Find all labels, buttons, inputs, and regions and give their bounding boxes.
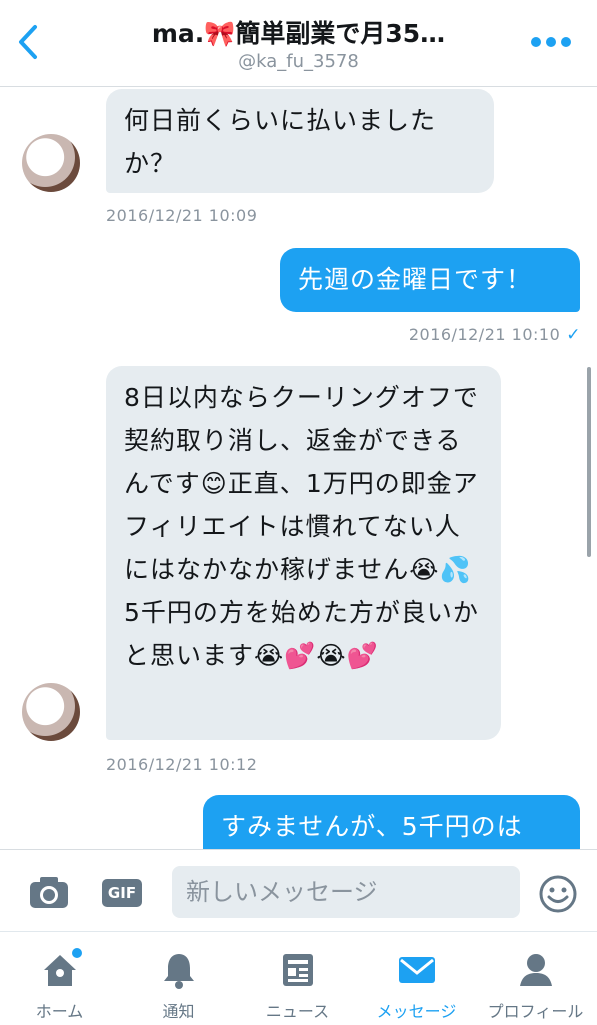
more-options-button[interactable]	[519, 24, 583, 60]
message-composer: GIF	[0, 849, 597, 932]
scrollbar[interactable]	[587, 367, 591, 557]
bell-icon	[163, 954, 194, 989]
tab-profile[interactable]: プロフィール	[476, 932, 595, 1025]
avatar[interactable]	[22, 134, 80, 192]
message-timestamp: 2016/12/21 10:10	[408, 325, 561, 344]
notification-badge	[71, 948, 82, 958]
tab-messages[interactable]: メッセージ	[357, 932, 476, 1025]
message-timestamp: 2016/12/21 10:09	[106, 206, 258, 225]
outgoing-message-bubble[interactable]: すみませんが、5千円のは	[203, 795, 580, 849]
tab-news[interactable]: ニュース	[238, 932, 357, 1025]
camera-icon[interactable]	[28, 874, 70, 910]
chevron-left-icon	[19, 25, 37, 59]
tab-label: 通知	[162, 1002, 195, 1021]
outgoing-message-bubble[interactable]: 先週の金曜日です！	[280, 248, 580, 312]
tab-label: ホーム	[35, 1002, 84, 1021]
tab-label: プロフィール	[487, 1002, 584, 1021]
conversation-title[interactable]: ma.🎀簡単副業で月35…	[80, 14, 517, 50]
message-input[interactable]	[172, 866, 520, 918]
gif-button[interactable]: GIF	[102, 879, 142, 907]
tab-label: メッセージ	[376, 1002, 457, 1021]
back-button[interactable]	[8, 18, 48, 66]
envelope-icon	[398, 957, 435, 983]
avatar[interactable]	[22, 683, 80, 741]
message-timestamp: 2016/12/21 10:12	[106, 755, 258, 774]
conversation-handle: @ka_fu_3578	[238, 51, 359, 72]
more-dot-icon	[561, 37, 571, 47]
tab-home[interactable]: ホーム	[0, 932, 119, 1025]
more-dot-icon	[531, 37, 541, 47]
tab-bar: ホーム 通知 ニュース メッセージ プロフィール	[0, 931, 597, 1025]
sent-check-icon: ✓	[566, 325, 581, 345]
conversation-header: ma.🎀簡単副業で月35… @ka_fu_3578	[0, 0, 597, 87]
person-icon	[519, 954, 552, 986]
incoming-message-bubble[interactable]: 何日前くらいに払いましたか？	[106, 89, 494, 193]
message-timestamp-row: 2016/12/21 10:10 ✓	[409, 325, 581, 345]
incoming-message-bubble[interactable]: 8日以内ならクーリングオフで契約取り消し、返金ができるんです😊正直、1万円の即金…	[106, 366, 501, 740]
tab-label: ニュース	[265, 1002, 330, 1021]
message-thread[interactable]: 何日前くらいに払いましたか？ 2016/12/21 10:09 先週の金曜日です…	[0, 87, 597, 849]
more-dot-icon	[546, 37, 556, 47]
news-icon	[282, 954, 313, 986]
emoji-icon[interactable]	[538, 874, 578, 914]
tab-notifications[interactable]: 通知	[119, 932, 238, 1025]
